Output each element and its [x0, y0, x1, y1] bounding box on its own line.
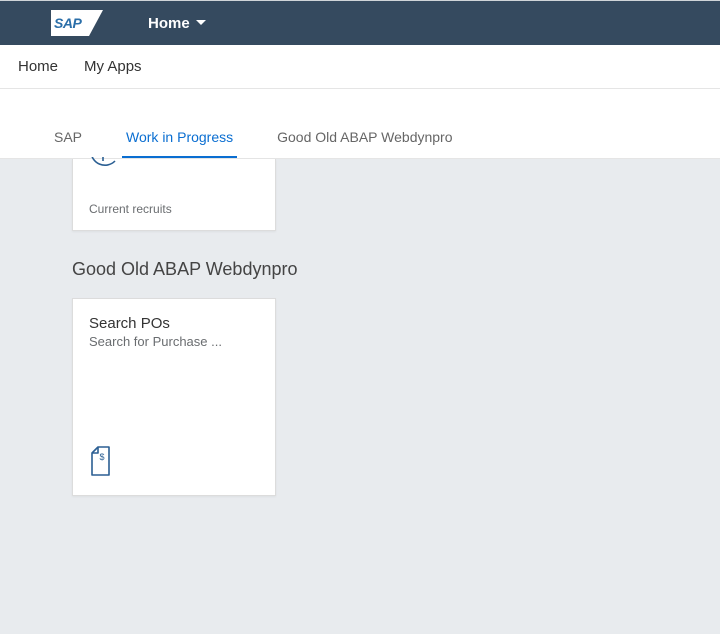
tile-caption: Current recruits [89, 202, 259, 216]
tab-abap-webdynpro[interactable]: Good Old ABAP Webdynpro [273, 116, 456, 158]
tile-current-recruits[interactable]: Current recruits [72, 159, 276, 231]
chevron-down-icon [196, 20, 206, 26]
tab-work-in-progress[interactable]: Work in Progress [122, 116, 237, 158]
document-dollar-icon: $ [89, 446, 259, 481]
primary-nav: Home My Apps [0, 45, 720, 89]
logo-text: SAP [54, 15, 81, 31]
logo[interactable]: SAP [16, 10, 128, 36]
section-title: Good Old ABAP Webdynpro [72, 259, 720, 280]
svg-text:$: $ [99, 452, 104, 462]
tile-subtitle: Search for Purchase ... [89, 334, 259, 349]
shell-title-text: Home [148, 15, 190, 32]
tile-title: Search POs [89, 315, 259, 332]
tab-sap[interactable]: SAP [50, 116, 86, 158]
nav-home[interactable]: Home [18, 46, 58, 87]
tile-search-pos[interactable]: Search POs Search for Purchase ... $ [72, 298, 276, 496]
nav-my-apps[interactable]: My Apps [84, 46, 142, 87]
shellbar: SAP Home [0, 1, 720, 45]
secondary-nav: SAP Work in Progress Good Old ABAP Webdy… [0, 115, 720, 159]
content-area: Current recruits Good Old ABAP Webdynpro… [0, 159, 720, 634]
clock-icon [89, 157, 259, 180]
shell-title-dropdown[interactable]: Home [148, 15, 206, 32]
